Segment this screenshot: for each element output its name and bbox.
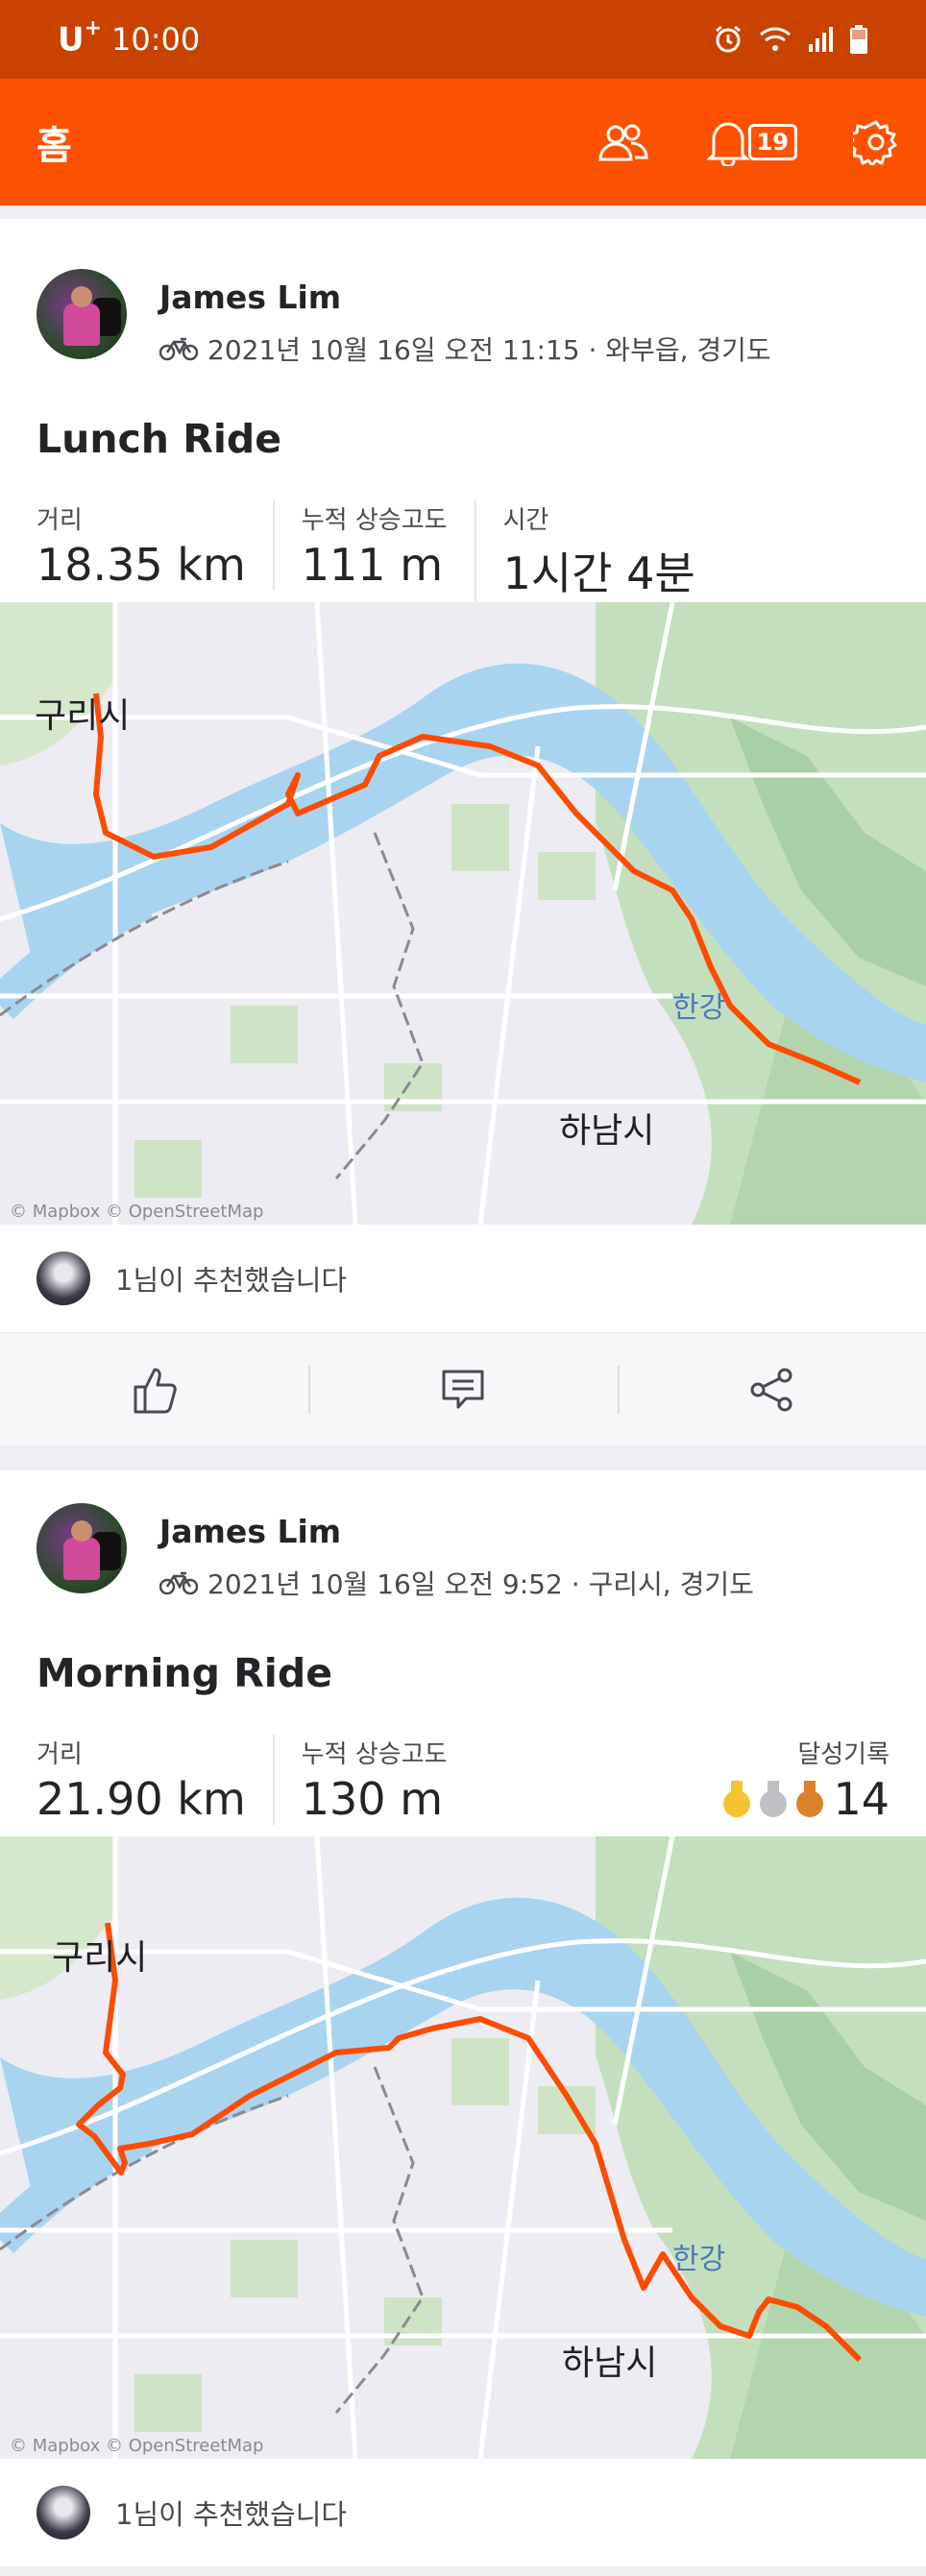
athlete-avatar[interactable] bbox=[37, 269, 127, 359]
map-label-guri: 구리시 bbox=[52, 1938, 147, 1978]
kudos-row[interactable]: 1님이 추천했습니다 bbox=[0, 1225, 926, 1332]
gold-medal-icon bbox=[723, 1781, 751, 1817]
friends-button[interactable] bbox=[597, 121, 650, 163]
achievement-count: 14 bbox=[833, 1773, 889, 1825]
wifi-icon bbox=[760, 27, 791, 51]
share-icon bbox=[750, 1368, 792, 1411]
activity-card: James Lim 2021년 10월 16일 오전 9:52 · 구리시, 경… bbox=[0, 1470, 926, 2566]
app-bar: 홈 19 bbox=[0, 79, 926, 206]
stat-label: 누적 상승고도 bbox=[301, 506, 448, 535]
map-label-hanam: 하남시 bbox=[559, 1111, 654, 1151]
stat-value: 18.35 km bbox=[37, 539, 246, 591]
stat-value: 21.90 km bbox=[37, 1773, 246, 1825]
bike-icon bbox=[159, 1571, 198, 1595]
kudos-text: 1님이 추천했습니다 bbox=[115, 1264, 348, 1297]
stat-label: 거리 bbox=[37, 506, 83, 535]
battery-icon bbox=[850, 25, 867, 54]
stat-label: 누적 상승고도 bbox=[301, 1740, 448, 1769]
map-label-river: 한강 bbox=[672, 991, 725, 1025]
activity-card: James Lim 2021년 10월 16일 오전 11:15 · 와부읍, … bbox=[0, 219, 926, 1446]
activity-stats: 거리 18.35 km 누적 상승고도 111 m 시간 1시간 4분 bbox=[0, 462, 926, 602]
kudos-button[interactable] bbox=[0, 1333, 308, 1446]
map-label-guri: 구리시 bbox=[35, 696, 130, 736]
activity-feed: James Lim 2021년 10월 16일 오전 11:15 · 와부읍, … bbox=[0, 206, 926, 2566]
comment-icon bbox=[442, 1370, 484, 1408]
route-map[interactable]: 구리시 한강 하남시 © Mapbox © OpenStreetMap bbox=[0, 602, 926, 1225]
kudos-avatar bbox=[37, 2486, 90, 2540]
activity-date-location: 2021년 10월 16일 오전 9:52 · 구리시, 경기도 bbox=[207, 1568, 754, 1600]
stat-value: 130 m bbox=[301, 1773, 443, 1825]
friends-icon bbox=[598, 124, 648, 161]
achievements-stat[interactable]: 달성기록 14 bbox=[696, 1735, 889, 1825]
activity-stats: 거리 21.90 km 누적 상승고도 130 m 달성기록 14 bbox=[0, 1696, 926, 1836]
athlete-name[interactable]: James Lim bbox=[159, 279, 771, 316]
notifications-button[interactable]: 19 bbox=[705, 118, 797, 166]
clock: 10:00 bbox=[111, 20, 201, 58]
map-attribution: © Mapbox © OpenStreetMap bbox=[10, 2436, 263, 2456]
silver-medal-icon bbox=[760, 1781, 788, 1817]
bronze-medal-icon bbox=[796, 1781, 824, 1817]
kudos-text: 1님이 추천했습니다 bbox=[115, 2498, 348, 2531]
activity-title[interactable]: Lunch Ride bbox=[0, 368, 926, 462]
notification-count-badge: 19 bbox=[747, 124, 797, 160]
activity-title[interactable]: Morning Ride bbox=[0, 1602, 926, 1696]
activity-date-location: 2021년 10월 16일 오전 11:15 · 와부읍, 경기도 bbox=[207, 334, 771, 366]
map-label-river: 한강 bbox=[672, 2243, 725, 2276]
share-button[interactable] bbox=[617, 1333, 926, 1446]
status-bar: U+ 10:00 bbox=[0, 0, 926, 79]
stat-label: 달성기록 bbox=[797, 1740, 889, 1769]
stat-value: 1시간 4분 bbox=[502, 547, 695, 599]
stat-label: 시간 bbox=[502, 506, 549, 535]
page-title: 홈 bbox=[37, 124, 72, 168]
stat-label: 거리 bbox=[37, 1740, 83, 1769]
signal-icon bbox=[809, 27, 833, 52]
stat-value: 111 m bbox=[301, 539, 443, 591]
bike-icon bbox=[159, 337, 198, 361]
athlete-name[interactable]: James Lim bbox=[159, 1513, 754, 1550]
bell-icon bbox=[705, 122, 750, 166]
kudos-avatar bbox=[37, 1252, 90, 1305]
map-attribution: © Mapbox © OpenStreetMap bbox=[10, 1202, 263, 1222]
activity-actions bbox=[0, 1332, 926, 1446]
comment-button[interactable] bbox=[308, 1333, 617, 1446]
thumbs-up-icon bbox=[134, 1368, 177, 1413]
map-label-hanam: 하남시 bbox=[562, 2344, 657, 2383]
athlete-avatar[interactable] bbox=[37, 1503, 127, 1593]
alarm-icon bbox=[716, 25, 741, 53]
gear-icon bbox=[853, 120, 897, 165]
kudos-row[interactable]: 1님이 추천했습니다 bbox=[0, 2459, 926, 2566]
settings-button[interactable] bbox=[853, 119, 899, 165]
carrier-label: U+ bbox=[58, 15, 103, 60]
route-map[interactable]: 구리시 한강 하남시 © Mapbox © OpenStreetMap bbox=[0, 1836, 926, 2459]
